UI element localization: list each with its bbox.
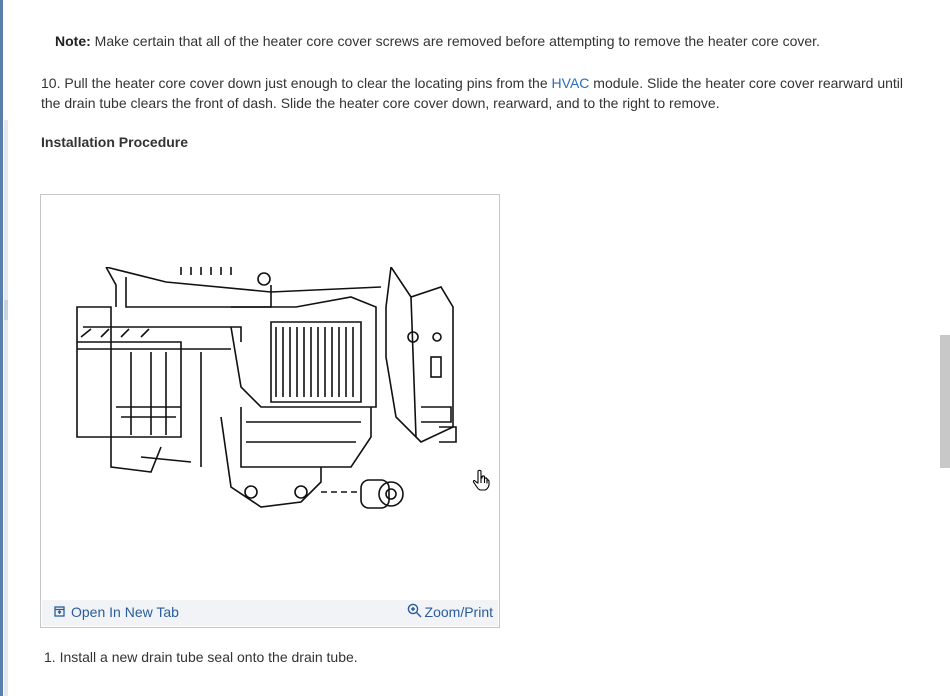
left-panel-edge <box>4 120 8 696</box>
scrollbar-thumb[interactable] <box>940 335 950 468</box>
open-in-new-tab-label: Open In New Tab <box>71 604 179 620</box>
open-in-new-tab-icon <box>54 604 65 620</box>
left-border <box>0 0 3 696</box>
hand-pointer-cursor-icon <box>472 469 490 496</box>
step-10-text-start: 10. Pull the heater core cover down just… <box>41 75 552 91</box>
note-paragraph: Note: Make certain that all of the heate… <box>55 33 820 49</box>
step-1-paragraph: 1. Install a new drain tube seal onto th… <box>44 649 358 665</box>
zoom-print-link[interactable]: Zoom/Print <box>407 603 493 621</box>
left-panel-handle[interactable] <box>4 300 8 320</box>
open-in-new-tab-link[interactable]: Open In New Tab <box>54 604 179 620</box>
figure-toolbar: Open In New Tab Zoom/Print <box>42 600 498 626</box>
note-text: Make certain that all of the heater core… <box>90 33 820 49</box>
zoom-print-label: Zoom/Print <box>424 604 493 620</box>
step-10-paragraph: 10. Pull the heater core cover down just… <box>41 73 921 113</box>
figure-panel: Open In New Tab Zoom/Print <box>40 194 500 628</box>
zoom-in-icon <box>407 603 422 621</box>
installation-procedure-heading: Installation Procedure <box>41 134 189 150</box>
note-label: Note: <box>55 33 91 49</box>
hvac-module-illustration[interactable] <box>71 267 461 547</box>
hvac-link[interactable]: HVAC <box>552 75 590 91</box>
